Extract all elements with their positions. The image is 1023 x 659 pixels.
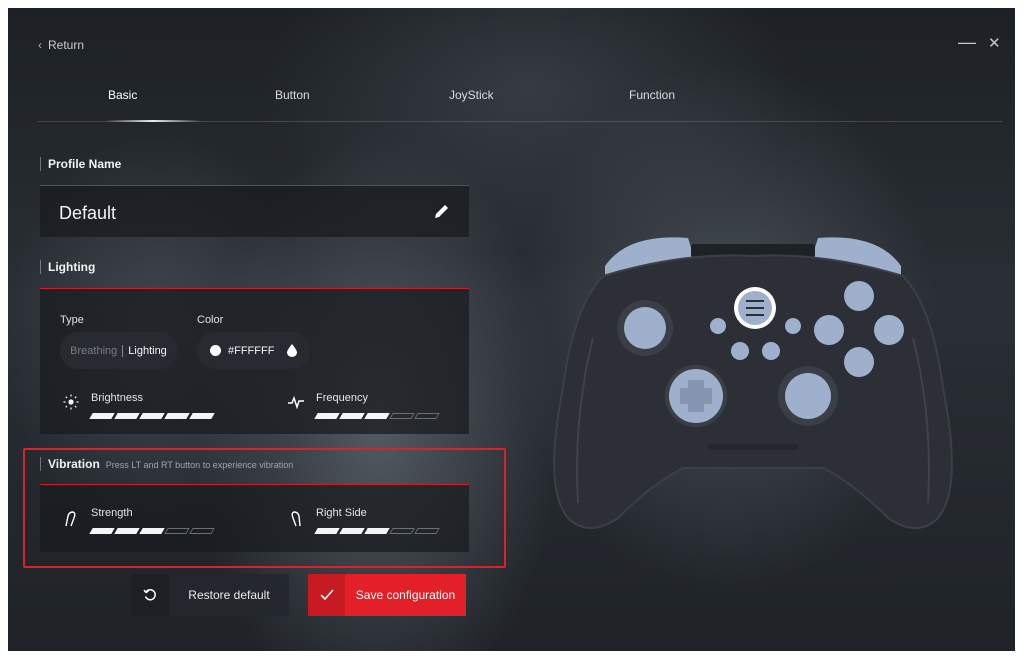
level-segment[interactable] bbox=[389, 528, 415, 534]
level-segment[interactable] bbox=[139, 528, 165, 534]
level-segment[interactable] bbox=[414, 413, 440, 419]
level-segment[interactable] bbox=[139, 413, 165, 419]
vibration-hint: Press LT and RT button to experience vib… bbox=[105, 460, 294, 470]
left-trigger-icon bbox=[65, 511, 76, 527]
level-segment[interactable] bbox=[164, 528, 190, 534]
pencil-icon[interactable] bbox=[429, 200, 453, 224]
tab-basic[interactable]: Basic bbox=[108, 88, 137, 102]
tab-button[interactable]: Button bbox=[275, 88, 310, 102]
level-segment[interactable] bbox=[189, 528, 215, 534]
type-option-lighting[interactable]: Lighting bbox=[128, 345, 167, 357]
right-trigger-icon bbox=[291, 511, 301, 527]
type-option-breathing[interactable]: Breathing bbox=[70, 345, 117, 357]
right-side-control: Right Side bbox=[287, 504, 467, 538]
vibration-section-label: Vibration bbox=[48, 457, 100, 471]
chevron-left-icon: ‹ bbox=[38, 38, 42, 52]
profile-name-field[interactable]: Default bbox=[40, 185, 469, 237]
checkmark-icon bbox=[308, 574, 345, 616]
controller-illustration bbox=[553, 237, 953, 529]
strength-slider[interactable] bbox=[89, 528, 215, 534]
right-side-label: Right Side bbox=[316, 507, 367, 519]
level-segment[interactable] bbox=[414, 528, 440, 534]
level-segment[interactable] bbox=[164, 413, 190, 419]
type-label: Type bbox=[60, 314, 84, 326]
level-segment[interactable] bbox=[89, 528, 115, 534]
close-button[interactable]: ✕ bbox=[988, 34, 1001, 52]
level-segment[interactable] bbox=[189, 413, 215, 419]
pulse-icon bbox=[288, 395, 304, 410]
restore-default-button[interactable]: Restore default bbox=[131, 574, 289, 616]
profile-section-label: Profile Name bbox=[48, 157, 122, 171]
level-segment[interactable] bbox=[314, 413, 340, 419]
save-configuration-label: Save configuration bbox=[355, 588, 456, 602]
strength-label: Strength bbox=[91, 507, 133, 519]
level-segment[interactable] bbox=[364, 413, 390, 419]
sun-icon bbox=[63, 394, 79, 410]
lighting-panel: Type Color Breathing Lighting #FFFFFF Br… bbox=[40, 288, 469, 434]
color-label: Color bbox=[197, 314, 224, 326]
frequency-label: Frequency bbox=[316, 392, 368, 404]
profile-section-title: Profile Name bbox=[40, 157, 121, 171]
lighting-section-title: Lighting bbox=[40, 260, 95, 274]
tab-function[interactable]: Function bbox=[629, 88, 675, 102]
level-segment[interactable] bbox=[364, 528, 390, 534]
active-tab-indicator bbox=[105, 120, 201, 122]
tab-bar: Basic Button JoyStick Function bbox=[38, 80, 1003, 122]
save-configuration-button[interactable]: Save configuration bbox=[308, 574, 466, 616]
color-swatch bbox=[210, 345, 221, 356]
level-segment[interactable] bbox=[114, 413, 140, 419]
level-segment[interactable] bbox=[314, 528, 340, 534]
frequency-slider[interactable] bbox=[314, 413, 440, 419]
color-picker[interactable]: #FFFFFF bbox=[197, 332, 310, 369]
right-side-slider[interactable] bbox=[314, 528, 440, 534]
brightness-control: Brightness bbox=[62, 389, 242, 423]
strength-control: Strength bbox=[62, 504, 242, 538]
lighting-type-toggle: Breathing Lighting bbox=[60, 332, 177, 369]
droplet-icon bbox=[287, 344, 297, 357]
vibration-section-title: Vibration Press LT and RT button to expe… bbox=[40, 457, 293, 471]
profile-name-value: Default bbox=[59, 203, 117, 223]
level-segment[interactable] bbox=[339, 413, 365, 419]
color-value: #FFFFFF bbox=[228, 344, 275, 357]
brightness-slider[interactable] bbox=[89, 413, 215, 419]
type-separator bbox=[122, 344, 124, 357]
level-segment[interactable] bbox=[89, 413, 115, 419]
app-window: ‹ Return — ✕ Basic Button JoyStick Funct… bbox=[8, 8, 1015, 651]
frequency-control: Frequency bbox=[287, 389, 467, 423]
restore-default-label: Restore default bbox=[188, 588, 270, 602]
level-segment[interactable] bbox=[114, 528, 140, 534]
return-label: Return bbox=[48, 38, 85, 52]
vibration-panel: Strength Right Side bbox=[40, 484, 469, 552]
level-segment[interactable] bbox=[339, 528, 365, 534]
minimize-button[interactable]: — bbox=[958, 32, 976, 53]
return-button[interactable]: ‹ Return bbox=[38, 38, 84, 52]
level-segment[interactable] bbox=[389, 413, 415, 419]
restore-icon bbox=[131, 574, 169, 616]
tab-joystick[interactable]: JoyStick bbox=[449, 88, 494, 102]
lighting-section-label: Lighting bbox=[48, 260, 96, 274]
brightness-label: Brightness bbox=[91, 392, 143, 404]
